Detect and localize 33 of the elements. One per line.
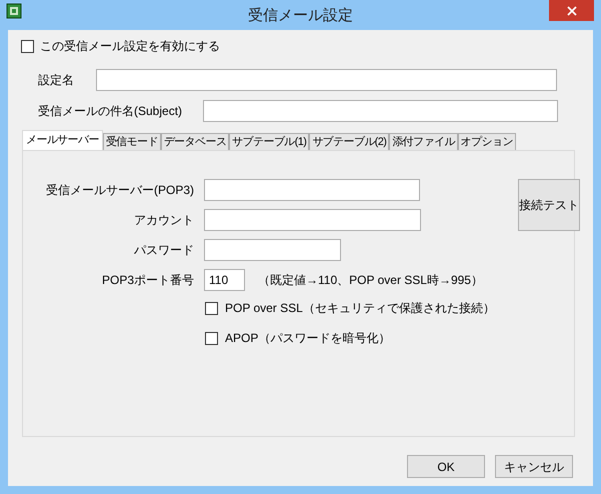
field-label: パスワード <box>133 242 194 259</box>
input-field[interactable]: 110 <box>204 269 245 291</box>
window-title: 受信メール設定 <box>247 6 354 26</box>
checkbox-label: この受信メール設定を有効にする <box>40 38 220 55</box>
tab[interactable]: データベース <box>160 133 230 150</box>
checkbox-label: POP over SSL（セキュリティで保護された接続） <box>225 300 495 317</box>
checkbox[interactable] <box>21 40 34 52</box>
port-note: （既定値→110、POP over SSL時→995） <box>258 272 483 289</box>
input-field[interactable] <box>204 239 341 261</box>
field-label: 受信メールの件名(Subject) <box>38 103 184 120</box>
tab[interactable]: オプション <box>458 133 516 150</box>
tab[interactable]: サブテーブル(2) <box>309 133 390 150</box>
checkbox-label: APOP（パスワードを暗号化） <box>225 330 390 347</box>
checkbox[interactable] <box>205 302 218 314</box>
tab[interactable]: サブテーブル(1) <box>229 133 310 150</box>
app-icon <box>6 3 22 19</box>
input-field[interactable] <box>204 179 420 201</box>
close-icon <box>566 6 576 16</box>
field-label: 設定名 <box>38 72 75 89</box>
field-label: 受信メールサーバー(POP3) <box>44 182 194 199</box>
ok-button[interactable]: OK <box>407 455 485 478</box>
field-label: POP3ポート番号 <box>100 272 194 289</box>
tab[interactable]: メールサーバー <box>22 130 103 150</box>
tab[interactable]: 添付ファイル <box>389 133 458 150</box>
field-label: アカウント <box>133 212 194 229</box>
input-field[interactable] <box>96 69 557 91</box>
checkbox[interactable] <box>205 332 218 344</box>
input-field[interactable] <box>203 100 558 122</box>
close-button[interactable] <box>549 0 594 21</box>
connect-test-button[interactable]: 接続テスト <box>518 179 580 231</box>
cancel-button[interactable]: キャンセル <box>495 455 573 478</box>
input-field[interactable] <box>204 209 421 231</box>
tab[interactable]: 受信モード <box>102 133 161 150</box>
